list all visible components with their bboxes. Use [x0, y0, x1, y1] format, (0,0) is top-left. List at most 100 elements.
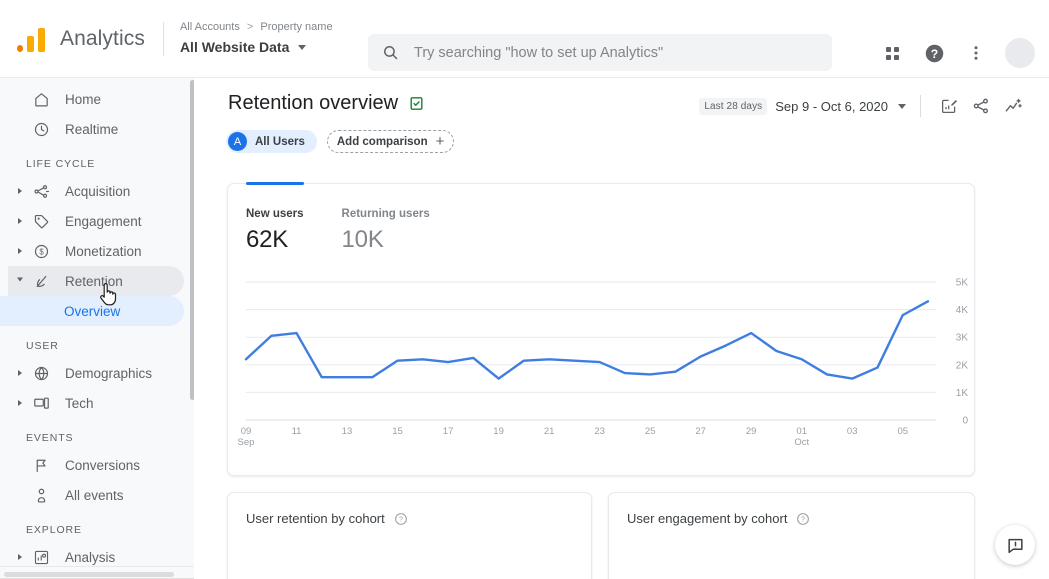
- page-header: Retention overview A All Users Add compa…: [194, 78, 1049, 153]
- svg-text:11: 11: [292, 426, 302, 437]
- card-title-text: User retention by cohort: [246, 511, 385, 526]
- search-icon: [382, 44, 399, 61]
- page-title-text: Retention overview: [228, 92, 399, 114]
- insights-icon[interactable]: [999, 92, 1027, 120]
- view-name: All Website Data: [179, 39, 290, 55]
- chip-initial: A: [228, 132, 247, 151]
- view-selector[interactable]: All Website Data: [180, 37, 333, 57]
- date-range-selector[interactable]: Sep 9 - Oct 6, 2020: [775, 99, 906, 114]
- sidebar-item-all-events[interactable]: All events: [8, 480, 184, 510]
- sidebar-subitem-label: Overview: [64, 303, 121, 319]
- svg-text:23: 23: [594, 426, 605, 437]
- sidebar-bottom-divider: [0, 566, 194, 567]
- svg-text:19: 19: [493, 426, 504, 437]
- sidebar-section-life-cycle: LIFE CYCLE: [26, 158, 96, 170]
- metric-value: 62K: [246, 226, 289, 253]
- analysis-icon: [30, 546, 52, 568]
- sidebar-item-monetization[interactable]: $ Monetization: [8, 236, 184, 266]
- chip-label: All Users: [255, 135, 305, 148]
- metric-tab-new-users[interactable]: New users 62K: [246, 208, 304, 254]
- flag-icon: [30, 454, 52, 476]
- question-circle-icon[interactable]: ?: [394, 512, 408, 526]
- svg-text:Oct: Oct: [794, 437, 809, 448]
- sidebar-item-label: Retention: [65, 273, 123, 289]
- brand-name: Analytics: [60, 26, 145, 50]
- card-title: User retention by cohort ?: [246, 511, 408, 526]
- home-icon: [30, 88, 52, 110]
- sidebar-item-label: Engagement: [65, 213, 142, 229]
- search-input[interactable]: [412, 43, 818, 62]
- analytics-app: Analytics All Accounts > Property name A…: [0, 0, 1049, 579]
- feedback-button[interactable]: [995, 525, 1035, 565]
- breadcrumb-separator: >: [246, 21, 254, 33]
- breadcrumb-property: Property name: [260, 21, 333, 33]
- date-preset-badge: Last 28 days: [699, 97, 768, 115]
- svg-text:01: 01: [796, 426, 807, 437]
- analytics-bars-logo: [16, 26, 50, 52]
- apps-grid-icon[interactable]: [873, 34, 911, 72]
- sidebar: Home Realtime LIFE CYCLE Acquisition Eng…: [0, 78, 194, 579]
- sidebar-nav: Home Realtime LIFE CYCLE Acquisition Eng…: [0, 78, 194, 579]
- svg-text:27: 27: [695, 426, 706, 437]
- insights-check-icon[interactable]: [408, 95, 425, 112]
- sidebar-item-label: Home: [65, 91, 102, 107]
- chevron-down-icon: [898, 103, 906, 109]
- user-retention-by-cohort-card: User retention by cohort ?: [227, 492, 592, 579]
- top-bar: Analytics All Accounts > Property name A…: [0, 0, 1049, 78]
- sidebar-item-realtime[interactable]: Realtime: [8, 114, 184, 144]
- avatar[interactable]: [1005, 38, 1035, 68]
- svg-text:03: 03: [847, 426, 858, 437]
- retention-icon: [30, 270, 52, 292]
- account-selector[interactable]: All Accounts > Property name All Website…: [180, 0, 333, 77]
- tag-icon: [30, 210, 52, 232]
- events-person-icon: [30, 484, 52, 506]
- sidebar-item-label: Realtime: [65, 121, 119, 137]
- svg-text:5K: 5K: [956, 278, 969, 289]
- add-comparison-label: Add comparison: [336, 135, 428, 148]
- chip-all-users[interactable]: A All Users: [226, 130, 317, 153]
- metric-value: 10K: [341, 226, 384, 253]
- sidebar-item-acquisition[interactable]: Acquisition: [8, 176, 184, 206]
- metric-tab-returning-users[interactable]: Returning users 10K: [342, 208, 430, 254]
- search-box[interactable]: [368, 34, 832, 71]
- svg-text:17: 17: [443, 426, 454, 437]
- sidebar-section-user: USER: [26, 340, 59, 352]
- dollar-circle-icon: $: [30, 240, 52, 262]
- svg-text:Sep: Sep: [238, 437, 255, 448]
- user-engagement-by-cohort-card: User engagement by cohort ?: [608, 492, 975, 579]
- chart-svg: 0 1K 2K 3K 4K 5K 09Sep 11 13 15 17 19 21 23 25 27 29 01Oc…: [238, 278, 969, 449]
- card-title: User engagement by cohort ?: [627, 511, 810, 526]
- metric-label: Returning users: [341, 208, 430, 220]
- sidebar-item-retention-overview[interactable]: Overview: [0, 296, 184, 326]
- sidebar-item-engagement[interactable]: Engagement: [8, 206, 184, 236]
- svg-text:05: 05: [897, 426, 908, 437]
- sidebar-item-demographics[interactable]: Demographics: [8, 358, 184, 388]
- sidebar-section-events: EVENTS: [26, 432, 74, 444]
- svg-text:2K: 2K: [956, 360, 969, 371]
- sidebar-item-label: Acquisition: [65, 183, 131, 199]
- new-users-line-chart[interactable]: 0 1K 2K 3K 4K 5K 09 Sep 11 13 15 17 19 21 23 25 27 29 01 Oc…: [228, 272, 976, 472]
- brand-divider: [162, 21, 164, 56]
- retention-chart-card: New users 62K Returning users 10K 0 1K 2K 3…: [227, 182, 976, 476]
- sidebar-item-home[interactable]: Home: [8, 84, 184, 114]
- svg-text:1K: 1K: [956, 388, 969, 399]
- sidebar-item-conversions[interactable]: Conversions: [8, 450, 184, 480]
- brand-block[interactable]: Analytics: [0, 0, 145, 77]
- help-icon[interactable]: ?: [915, 34, 953, 72]
- sidebar-item-analysis[interactable]: Analysis: [8, 542, 184, 572]
- sidebar-item-label: Analysis: [65, 549, 116, 565]
- add-comparison-button[interactable]: Add comparison +: [326, 130, 455, 153]
- top-bar-actions: ?: [873, 34, 1035, 72]
- question-circle-icon[interactable]: ?: [796, 512, 810, 526]
- share-icon[interactable]: [967, 92, 995, 120]
- svg-text:4K: 4K: [956, 305, 969, 316]
- sidebar-item-tech[interactable]: Tech: [8, 388, 184, 418]
- card-title-text: User engagement by cohort: [627, 511, 788, 526]
- acquisition-icon: [30, 180, 52, 202]
- svg-text:?: ?: [801, 516, 805, 523]
- more-options-icon[interactable]: [957, 34, 995, 72]
- sidebar-horizontal-scrollbar[interactable]: [4, 572, 174, 577]
- sidebar-item-retention[interactable]: Retention: [8, 266, 184, 296]
- active-metric-indicator: [246, 182, 304, 185]
- edit-report-icon[interactable]: [935, 92, 963, 120]
